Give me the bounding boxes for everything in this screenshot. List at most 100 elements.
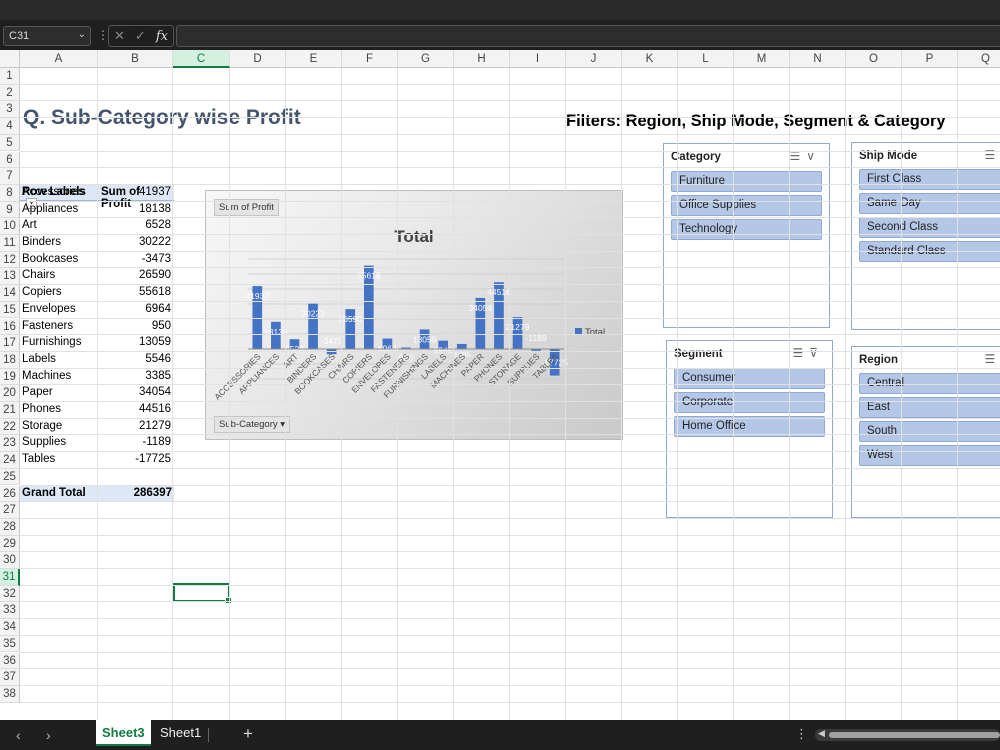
row-header[interactable]: 22 — [0, 418, 20, 436]
row-header[interactable]: 9 — [0, 201, 20, 219]
row-header[interactable]: 16 — [0, 318, 20, 336]
horizontal-scrollbar[interactable]: ◀ — [815, 728, 1000, 741]
name-box[interactable]: C31 ⌄ — [3, 26, 91, 46]
pivot-row-value[interactable]: -3473 — [99, 253, 171, 265]
column-header[interactable]: L — [678, 50, 734, 68]
pivot-row-value[interactable]: -1189 — [99, 436, 171, 448]
next-sheet-icon[interactable]: › — [46, 727, 51, 743]
pivot-row-value[interactable]: 13059 — [99, 336, 171, 348]
column-header[interactable]: J — [566, 50, 622, 68]
row-header[interactable]: 36 — [0, 652, 20, 670]
row-header[interactable]: 1 — [0, 68, 20, 85]
row-header[interactable]: 30 — [0, 552, 20, 569]
pivot-row-label[interactable]: Supplies — [22, 436, 66, 448]
row-header[interactable]: 33 — [0, 602, 20, 620]
pivot-row-label[interactable]: Labels — [22, 353, 56, 365]
pivot-row-value[interactable]: 44516 — [99, 403, 171, 415]
clear-filter-icon[interactable]: ⊽ — [809, 346, 824, 360]
row-header[interactable]: 8 — [0, 184, 20, 202]
pivot-chart[interactable]: Sum of Profit Sub-Category ▾ Total 41937 A… — [205, 190, 623, 440]
prev-sheet-icon[interactable]: ‹ — [16, 727, 21, 743]
column-header[interactable]: E — [286, 50, 342, 68]
row-header[interactable]: 2 — [0, 84, 20, 102]
add-sheet-icon[interactable]: + — [243, 724, 253, 744]
enter-icon[interactable]: ✓ — [135, 28, 146, 44]
row-header[interactable]: 10 — [0, 218, 20, 235]
column-header[interactable]: B — [98, 50, 173, 68]
pivot-row-value[interactable]: 30222 — [99, 236, 171, 248]
slicer-item[interactable]: Technology — [671, 219, 822, 240]
row-header[interactable]: 25 — [0, 468, 20, 486]
row-header[interactable]: 31 — [0, 569, 20, 586]
pivot-row-value[interactable]: 950 — [99, 320, 171, 332]
select-all-corner[interactable] — [0, 50, 20, 68]
column-header[interactable]: D — [230, 50, 286, 68]
pivot-row-value[interactable]: 41937 — [99, 186, 171, 198]
column-header[interactable]: O — [846, 50, 902, 68]
slicer-item[interactable]: West — [859, 445, 1000, 466]
row-header[interactable]: 35 — [0, 635, 20, 653]
row-header[interactable]: 6 — [0, 151, 20, 169]
pivot-row-value[interactable]: 21279 — [99, 420, 171, 432]
column-header[interactable]: M — [734, 50, 790, 68]
chevron-down-icon[interactable]: ⌄ — [78, 29, 86, 40]
scroll-thumb[interactable] — [829, 732, 1000, 738]
pivot-row-label[interactable]: Envelopes — [22, 303, 76, 315]
pivot-total-label[interactable]: Grand Total — [20, 485, 99, 502]
pivot-row-value[interactable]: -17725 — [99, 453, 171, 465]
row-header[interactable]: 3 — [0, 101, 20, 119]
pivot-row-label[interactable]: Art — [22, 219, 37, 231]
slicer-item[interactable]: Office Supplies — [671, 195, 822, 216]
slicer-item[interactable]: Same Day — [859, 193, 1000, 214]
row-header[interactable]: 26 — [0, 485, 20, 503]
row-header[interactable]: 5 — [0, 134, 20, 152]
slicer-item[interactable]: Corporate — [674, 392, 825, 413]
cancel-icon[interactable]: ✕ — [114, 28, 125, 44]
row-header[interactable]: 18 — [0, 351, 20, 369]
column-header[interactable]: F — [342, 50, 398, 68]
pivot-row-value[interactable]: 55618 — [99, 286, 171, 298]
pivot-row-value[interactable]: 6528 — [99, 219, 171, 231]
column-header[interactable]: C — [173, 50, 230, 68]
row-header[interactable]: 38 — [0, 685, 20, 703]
row-header[interactable]: 14 — [0, 285, 20, 302]
row-header[interactable]: 21 — [0, 402, 20, 419]
pivot-row-label[interactable]: Furnishings — [22, 336, 81, 348]
formula-input[interactable] — [176, 25, 1000, 47]
pivot-row-label[interactable]: Machines — [22, 370, 71, 382]
worksheet-grid[interactable]: Q. Sub-Category wise Profit Filters: Reg… — [0, 50, 1000, 720]
row-header[interactable]: 12 — [0, 251, 20, 269]
row-header[interactable]: 17 — [0, 335, 20, 352]
row-header[interactable]: 20 — [0, 385, 20, 402]
pivot-row-label[interactable]: Chairs — [22, 269, 55, 281]
insert-function-icon[interactable]: fx — [156, 29, 168, 44]
row-header[interactable]: 11 — [0, 235, 20, 252]
pivot-row-label[interactable]: Paper — [22, 386, 53, 398]
scroll-left-icon[interactable]: ◀ — [818, 728, 825, 739]
pivot-row-label[interactable]: Fasteners — [22, 320, 73, 332]
slicer-item[interactable]: South — [859, 421, 1000, 442]
column-header[interactable]: G — [398, 50, 454, 68]
slicer-ship-mode[interactable]: Ship Mode ☰⊽ First Class Same Day Second… — [851, 142, 1000, 330]
column-header[interactable]: N — [790, 50, 846, 68]
pivot-row-label[interactable]: Tables — [22, 453, 55, 465]
pivot-row-value[interactable]: 34054 — [99, 386, 171, 398]
row-header[interactable]: 4 — [0, 118, 20, 135]
row-header[interactable]: 32 — [0, 585, 20, 603]
pivot-row-value[interactable]: 5546 — [99, 353, 171, 365]
row-header[interactable]: 29 — [0, 535, 20, 553]
multi-select-icon[interactable]: ☰ — [792, 346, 809, 360]
row-header[interactable]: 24 — [0, 452, 20, 469]
row-header[interactable]: 37 — [0, 669, 20, 686]
pivot-row-label[interactable]: Storage — [22, 420, 62, 432]
row-header[interactable]: 23 — [0, 435, 20, 453]
pivot-row-label[interactable]: Appliances — [22, 203, 78, 215]
pivot-row-value[interactable]: 6964 — [99, 303, 171, 315]
pivot-row-label[interactable]: Copiers — [22, 286, 62, 298]
slicer-item[interactable]: Consumer — [674, 368, 825, 389]
tab-sheet1[interactable]: Sheet1 — [154, 720, 207, 746]
pivot-row-value[interactable]: 26590 — [99, 269, 171, 281]
column-header[interactable]: I — [510, 50, 566, 68]
tab-sheet3[interactable]: Sheet3 — [96, 720, 151, 746]
column-header[interactable]: P — [902, 50, 958, 68]
